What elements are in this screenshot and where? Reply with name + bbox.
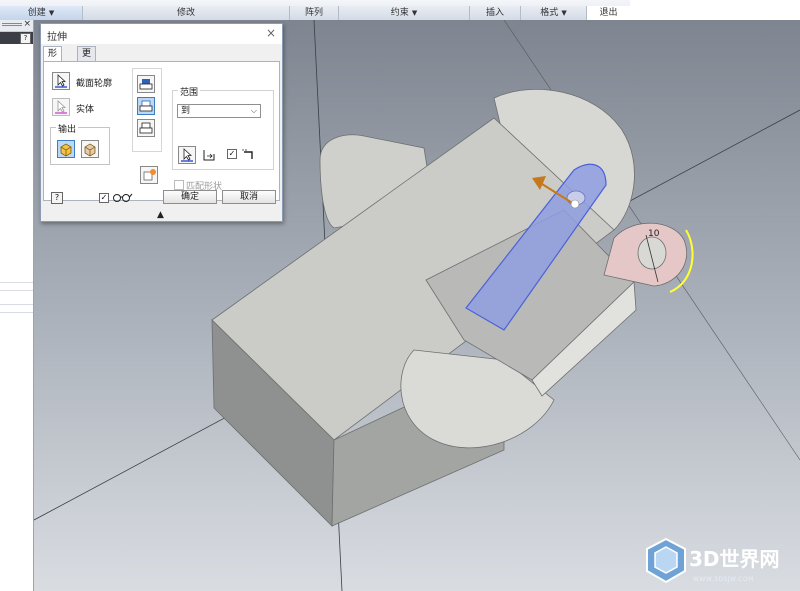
cursor-arrow-icon bbox=[55, 100, 67, 114]
dimension-text[interactable]: 10 bbox=[648, 229, 660, 239]
help-button[interactable]: ? bbox=[51, 192, 63, 204]
pin-hole bbox=[637, 236, 667, 270]
cut-icon bbox=[139, 100, 153, 112]
join-icon bbox=[139, 79, 153, 90]
extrude-dialog: 拉伸 × 形状 更多 截面轮廓 实体 输出 bbox=[40, 23, 283, 222]
extents-dropdown[interactable]: 到 ⌵ bbox=[177, 104, 261, 118]
glasses-preview-icon bbox=[111, 191, 133, 203]
profile-label: 截面轮廓 bbox=[76, 79, 113, 89]
expand-dialog-button[interactable]: ▲ bbox=[157, 210, 164, 220]
grip-icon[interactable] bbox=[2, 23, 22, 24]
ribbon-group-constrain[interactable]: 约束 ▼ bbox=[339, 6, 470, 20]
cancel-button[interactable]: 取消 bbox=[222, 190, 276, 204]
ribbon-panel-labels: 创建 ▼ 修改 阵列 约束 ▼ 插入 格式 ▼ 退出 bbox=[0, 6, 630, 20]
close-icon[interactable]: × bbox=[266, 26, 276, 40]
divider bbox=[0, 282, 33, 283]
cube-logo-icon bbox=[646, 537, 686, 584]
ribbon-group-modify[interactable]: 修改 bbox=[83, 6, 290, 20]
tab-shape[interactable]: 形状 bbox=[43, 46, 63, 73]
chevron-down-icon: ▼ bbox=[411, 9, 418, 17]
to-face-select-button[interactable] bbox=[178, 146, 196, 164]
cursor-arrow-icon bbox=[55, 74, 67, 88]
profile-select-button[interactable] bbox=[52, 72, 70, 90]
watermark-url: WWW.3DSJW.COM bbox=[693, 576, 754, 583]
output-surface-button[interactable] bbox=[81, 140, 99, 158]
ribbon-group-pattern[interactable]: 阵列 bbox=[290, 6, 339, 20]
surface-cube-icon bbox=[84, 143, 96, 157]
dialog-titlebar[interactable]: 拉伸 × bbox=[41, 24, 282, 44]
ribbon-group-exit[interactable]: 退出 bbox=[587, 6, 630, 20]
minimum-solution-checkbox[interactable]: ✓ bbox=[227, 149, 237, 159]
solid-label: 实体 bbox=[76, 105, 95, 115]
ok-button[interactable]: 确定 bbox=[163, 190, 217, 204]
model-browser-panel: × ? bbox=[0, 19, 34, 591]
intersect-button[interactable] bbox=[137, 119, 155, 137]
cursor-arrow-icon bbox=[181, 148, 193, 162]
drag-handle[interactable] bbox=[570, 199, 580, 209]
ribbon-empty-area bbox=[630, 0, 800, 20]
watermark: 3D世界网 WWW.3DSJW.COM bbox=[643, 537, 800, 591]
output-group: 输出 bbox=[50, 122, 110, 165]
output-label: 输出 bbox=[56, 122, 79, 135]
minimum-solution-icon bbox=[240, 147, 256, 161]
dialog-title: 拉伸 bbox=[47, 32, 67, 43]
new-solid-button[interactable] bbox=[140, 166, 158, 184]
extents-value: 到 bbox=[181, 106, 191, 116]
output-solid-button[interactable] bbox=[57, 140, 75, 158]
join-button[interactable] bbox=[137, 75, 155, 93]
close-icon[interactable]: × bbox=[23, 19, 31, 29]
ribbon: 创建 ▼ 修改 阵列 约束 ▼ 插入 格式 ▼ 退出 bbox=[0, 0, 630, 21]
chevron-down-icon: ⌵ bbox=[250, 106, 257, 115]
divider bbox=[0, 290, 33, 291]
preview-checkbox[interactable]: ✓ bbox=[99, 193, 109, 203]
chevron-down-icon: ▼ bbox=[561, 9, 567, 17]
watermark-brand: 3D世界网 bbox=[689, 547, 780, 571]
ribbon-group-insert[interactable]: 插入 bbox=[470, 6, 521, 20]
ribbon-group-create[interactable]: 创建 ▼ bbox=[0, 6, 83, 20]
browser-header: × bbox=[0, 19, 33, 32]
divider bbox=[0, 304, 33, 305]
divider bbox=[0, 312, 33, 313]
solid-select-button[interactable] bbox=[52, 98, 70, 116]
extents-label: 范围 bbox=[178, 85, 201, 98]
cut-button[interactable] bbox=[137, 97, 155, 115]
new-solid-icon bbox=[143, 169, 156, 181]
ribbon-group-format[interactable]: 格式 ▼ bbox=[521, 6, 587, 20]
intersect-icon bbox=[139, 122, 153, 134]
extend-face-icon[interactable] bbox=[202, 148, 216, 162]
browser-toolbar: ? bbox=[0, 32, 33, 44]
solid-cube-icon bbox=[60, 143, 72, 157]
help-button[interactable]: ? bbox=[20, 33, 31, 44]
match-shape-checkbox[interactable] bbox=[174, 180, 184, 190]
tab-more[interactable]: 更多 bbox=[77, 46, 97, 73]
operation-group bbox=[132, 68, 162, 152]
chevron-down-icon: ▼ bbox=[48, 9, 55, 17]
shape-tab-panel: 截面轮廓 实体 输出 范围 到 ⌵ ✓ 匹配形状 bbox=[43, 61, 280, 201]
